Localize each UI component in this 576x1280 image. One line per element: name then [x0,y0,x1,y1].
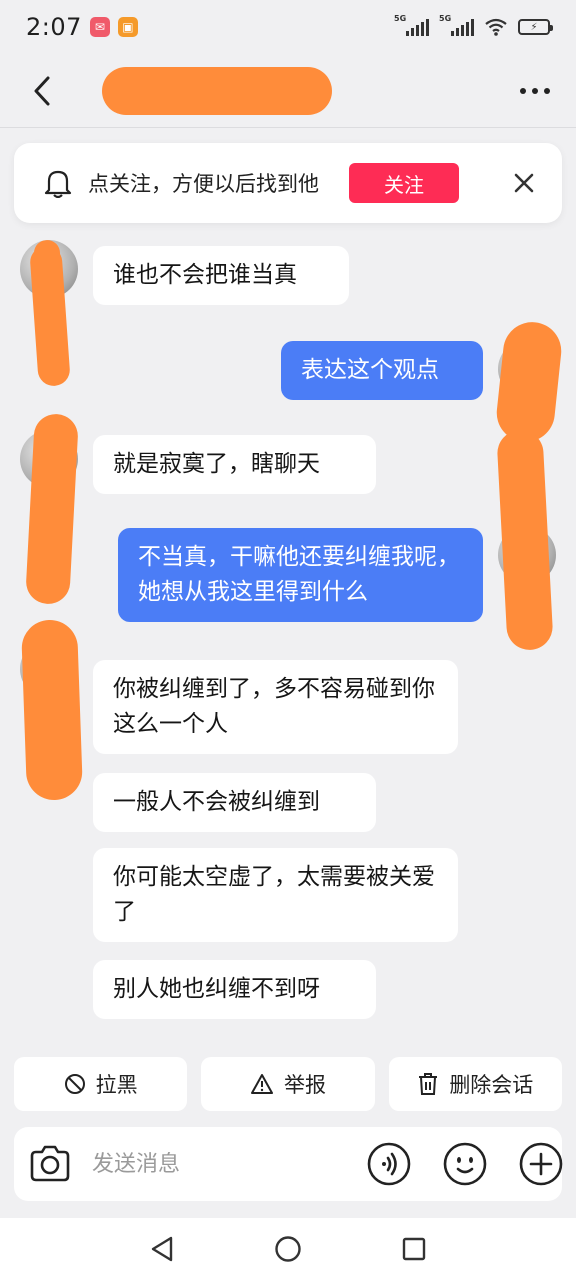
close-banner-button[interactable] [506,165,542,201]
media-app-icon: ▣ [117,17,138,37]
delete-label: 删除会话 [449,1073,534,1097]
block-button[interactable]: 拉黑 [14,1057,188,1111]
message-bubble-incoming[interactable]: 你被纠缠到了，多不容易碰到你这么一个人 [93,660,458,754]
message-bubble-incoming[interactable]: 谁也不会把谁当真 [93,246,349,305]
follow-button[interactable]: 关注 [349,163,459,203]
warning-icon [250,1074,273,1094]
network-type-label-2: 5G [439,14,452,23]
redaction-mark [493,319,565,445]
delete-conversation-button[interactable]: 删除会话 [388,1057,562,1111]
add-button[interactable] [518,1141,564,1187]
mail-app-icon: ✉ [89,17,110,37]
status-time: 2:07 [26,13,82,41]
circle-home-icon [275,1236,301,1262]
nav-recents-button[interactable] [397,1232,431,1266]
system-nav-bar [0,1218,576,1280]
network-type-label: 5G [394,14,407,23]
nav-home-button[interactable] [271,1232,305,1266]
nav-back-button[interactable] [145,1232,179,1266]
message-bubble-incoming[interactable]: 一般人不会被纠缠到 [93,773,376,832]
trash-icon [419,1073,438,1095]
message-bubble-incoming[interactable]: 别人她也纠缠不到呀 [93,960,376,1019]
triangle-back-icon [151,1236,173,1262]
message-input-bar [14,1127,564,1201]
message-bubble-incoming[interactable]: 就是寂寞了，瞎聊天 [93,435,376,494]
block-label: 拉黑 [95,1073,138,1097]
dot-icon [544,87,550,94]
plus-circle-icon [519,1142,563,1186]
message-input[interactable] [92,1151,366,1177]
emoji-button[interactable] [442,1141,488,1187]
dot-icon [520,87,526,94]
report-button[interactable]: 举报 [201,1057,375,1111]
back-button[interactable] [22,71,62,111]
cellular-signal-icon-2: 5G [439,14,474,36]
wifi-icon [485,18,507,36]
battery-charging-label: ⚡ [530,21,538,33]
chevron-left-icon [34,76,50,105]
battery-icon: ⚡ [518,19,553,35]
redaction-mark [20,619,84,801]
emoji-icon [443,1142,487,1186]
camera-button[interactable] [28,1141,72,1187]
redaction-mark [25,412,79,606]
voice-icon [367,1142,411,1186]
bell-icon [44,170,72,198]
camera-icon [30,1145,70,1182]
chat-actions: 拉黑 举报 删除会话 [14,1057,562,1111]
follow-banner: 点关注，方便以后找到他 关注 [14,143,562,223]
follow-prompt-text: 点关注，方便以后找到他 [88,172,319,196]
contact-name[interactable]: ▇▇▇▇▇▇ [102,66,332,115]
redaction-mark [496,428,554,652]
message-bubble-incoming[interactable]: 你可能太空虚了，太需要被关爱了 [93,848,458,942]
message-bubble-outgoing[interactable]: 不当真，干嘛他还要纠缠我呢，她想从我这里得到什么 [118,528,483,622]
chat-header: ▇▇▇▇▇▇ [0,54,576,128]
voice-button[interactable] [366,1141,412,1187]
message-bubble-outgoing[interactable]: 表达这个观点 [281,341,483,400]
close-icon [514,173,534,193]
block-icon [64,1074,85,1094]
status-bar: 2:07 ✉ ▣ 5G 5G ⚡ [0,0,576,54]
square-recents-icon [402,1237,426,1261]
more-options-button[interactable] [516,78,554,104]
dot-icon [532,87,538,94]
report-label: 举报 [283,1073,326,1097]
cellular-signal-icon: 5G [394,14,429,36]
